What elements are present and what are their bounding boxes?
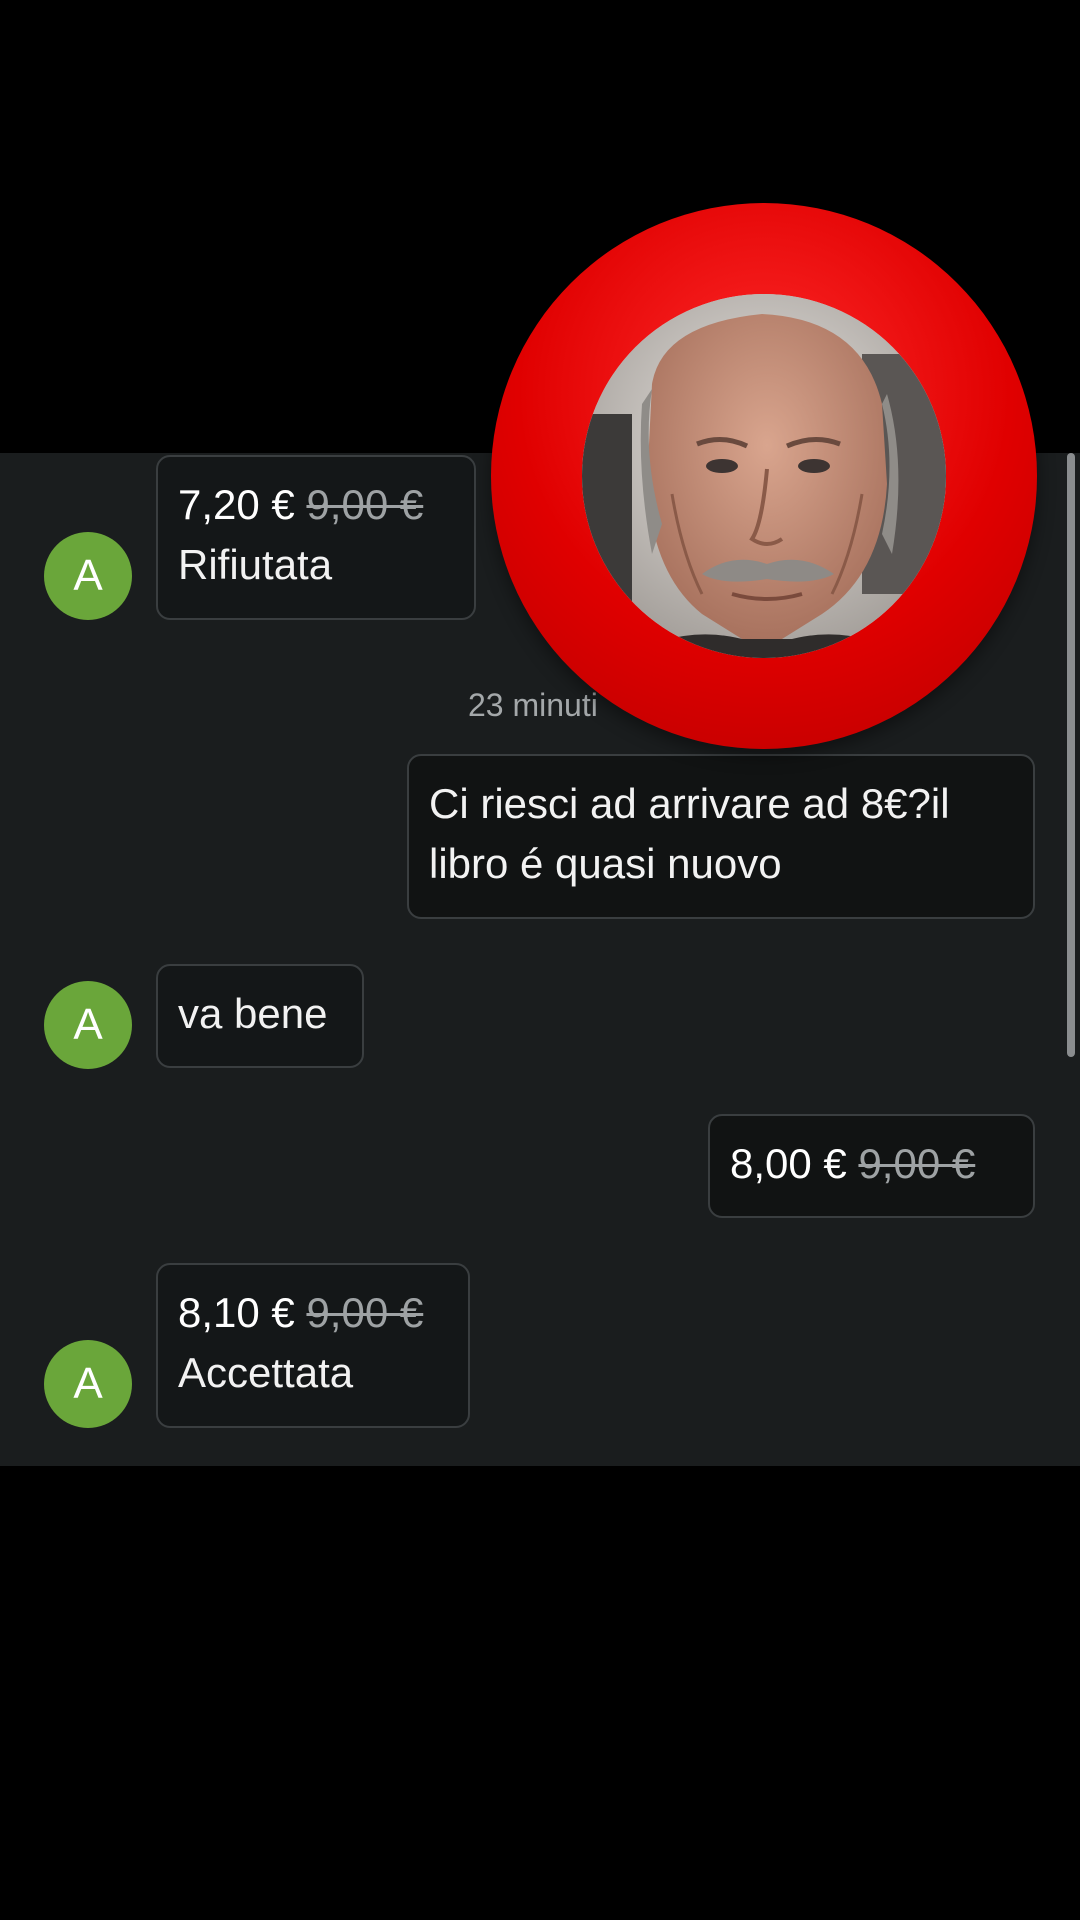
message-timestamp: 23 minuti xyxy=(468,687,598,723)
message-text-line: Ci riesci ad arrivare ad 8€?il xyxy=(429,780,950,827)
offer-bubble-rejected[interactable]: 7,20 € 9,00 € Rifiutata xyxy=(156,455,476,620)
original-price: 9,00 € xyxy=(858,1140,976,1187)
outgoing-message[interactable]: Ci riesci ad arrivare ad 8€?il libro é q… xyxy=(407,754,1035,919)
avatar[interactable]: A xyxy=(44,1340,132,1428)
avatar[interactable]: A xyxy=(44,532,132,620)
bottom-black-area xyxy=(0,1466,1080,1920)
offer-status: Rifiutata xyxy=(178,541,333,588)
scrollbar[interactable] xyxy=(1067,453,1075,1057)
offer-bubble-accepted[interactable]: 8,10 € 9,00 € Accettata xyxy=(156,1263,470,1428)
original-price: 9,00 € xyxy=(306,481,424,528)
person-photo-icon xyxy=(582,294,946,658)
avatar[interactable]: A xyxy=(44,981,132,1069)
offer-price: 8,10 € xyxy=(178,1289,295,1336)
outgoing-offer-bubble[interactable]: 8,00 € 9,00 € xyxy=(708,1114,1035,1218)
message-text-line: libro é quasi nuovo xyxy=(429,840,782,887)
offer-price: 7,20 € xyxy=(178,481,295,528)
video-overlay-ring[interactable] xyxy=(491,203,1037,749)
offer-status: Accettata xyxy=(178,1349,354,1396)
original-price: 9,00 € xyxy=(306,1289,424,1336)
offer-price: 8,00 € xyxy=(730,1140,847,1187)
message-text: va bene xyxy=(178,990,328,1037)
incoming-message[interactable]: va bene xyxy=(156,964,364,1068)
person-photo-icon xyxy=(582,294,946,658)
